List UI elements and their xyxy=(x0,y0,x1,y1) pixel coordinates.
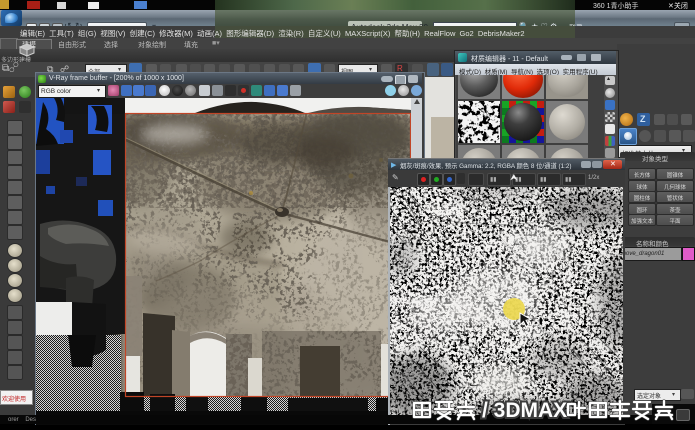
svg-text:/ 3DMAX: / 3DMAX xyxy=(482,399,567,422)
